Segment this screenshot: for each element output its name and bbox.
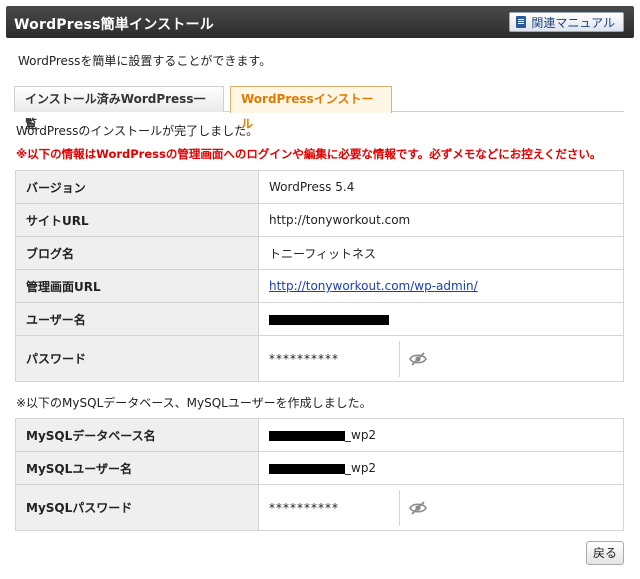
password-label: パスワード	[15, 335, 259, 382]
redacted-db-name	[269, 430, 345, 441]
redacted-username	[269, 314, 389, 325]
book-icon	[516, 16, 527, 28]
version-label: バージョン	[15, 170, 259, 204]
related-manual-button[interactable]: 関連マニュアル	[509, 12, 624, 32]
warning-message: ※以下の情報はWordPressの管理画面へのログインや編集に必要な情報です。必…	[16, 147, 602, 161]
divider	[399, 340, 400, 377]
table-row: MySQLデータベース名 _wp2	[15, 418, 624, 452]
table-row: バージョン WordPress 5.4	[15, 170, 624, 204]
table-row: パスワード **********	[15, 335, 624, 382]
related-manual-label: 関連マニュアル	[531, 15, 615, 30]
admin-url-cell: http://tonyworkout.com/wp-admin/	[258, 269, 624, 303]
page-header: WordPress簡単インストール 関連マニュアル	[6, 6, 634, 38]
site-url-label: サイトURL	[15, 203, 259, 237]
mysql-user-suffix: _wp2	[345, 461, 377, 475]
mysql-user-value: _wp2	[258, 451, 624, 485]
table-row: サイトURL http://tonyworkout.com	[15, 203, 624, 237]
page-title: WordPress簡単インストール	[14, 17, 214, 33]
mysql-user-label: MySQLユーザー名	[15, 451, 259, 485]
intro-text: WordPressを簡単に設置することができます。	[18, 54, 272, 68]
wordpress-info-table: バージョン WordPress 5.4 サイトURL http://tonywo…	[15, 170, 624, 382]
tab-wordpress-install[interactable]: WordPressインストール	[230, 86, 392, 131]
divider	[399, 489, 400, 526]
site-url-value: http://tonyworkout.com	[258, 203, 624, 237]
version-value: WordPress 5.4	[258, 170, 624, 204]
admin-url-link[interactable]: http://tonyworkout.com/wp-admin/	[269, 279, 478, 293]
blog-name-label: ブログ名	[15, 236, 259, 270]
mysql-db-name-value: _wp2	[258, 418, 624, 452]
mysql-password-value: **********	[269, 500, 339, 515]
back-button[interactable]: 戻る	[586, 541, 624, 565]
mysql-info-table: MySQLデータベース名 _wp2 MySQLユーザー名 _wp2 MySQLパ…	[15, 418, 624, 531]
db-name-suffix: _wp2	[345, 428, 377, 442]
install-complete-message: WordPressのインストールが完了しました。	[16, 124, 259, 138]
table-row: ブログ名 トニーフィットネス	[15, 236, 624, 270]
blog-name-value: トニーフィットネス	[258, 236, 624, 270]
redacted-mysql-user	[269, 463, 345, 474]
password-cell: **********	[258, 335, 624, 382]
table-row: MySQLパスワード **********	[15, 484, 624, 531]
mysql-note: ※以下のMySQLデータベース、MySQLユーザーを作成しました。	[16, 396, 372, 410]
mysql-password-cell: **********	[258, 484, 624, 531]
tab-installed-list[interactable]: インストール済みWordPress一覧	[14, 86, 224, 131]
mysql-password-label: MySQLパスワード	[15, 484, 259, 531]
password-value: **********	[269, 351, 339, 366]
table-row: 管理画面URL http://tonyworkout.com/wp-admin/	[15, 269, 624, 303]
tab-bar: インストール済みWordPress一覧 WordPressインストール	[14, 86, 624, 131]
mysql-db-name-label: MySQLデータベース名	[15, 418, 259, 452]
username-label: ユーザー名	[15, 302, 259, 336]
eye-slash-icon[interactable]	[408, 500, 428, 516]
table-row: MySQLユーザー名 _wp2	[15, 451, 624, 485]
table-row: ユーザー名	[15, 302, 624, 336]
admin-url-label: 管理画面URL	[15, 269, 259, 303]
eye-slash-icon[interactable]	[408, 351, 428, 367]
username-value	[258, 302, 624, 336]
